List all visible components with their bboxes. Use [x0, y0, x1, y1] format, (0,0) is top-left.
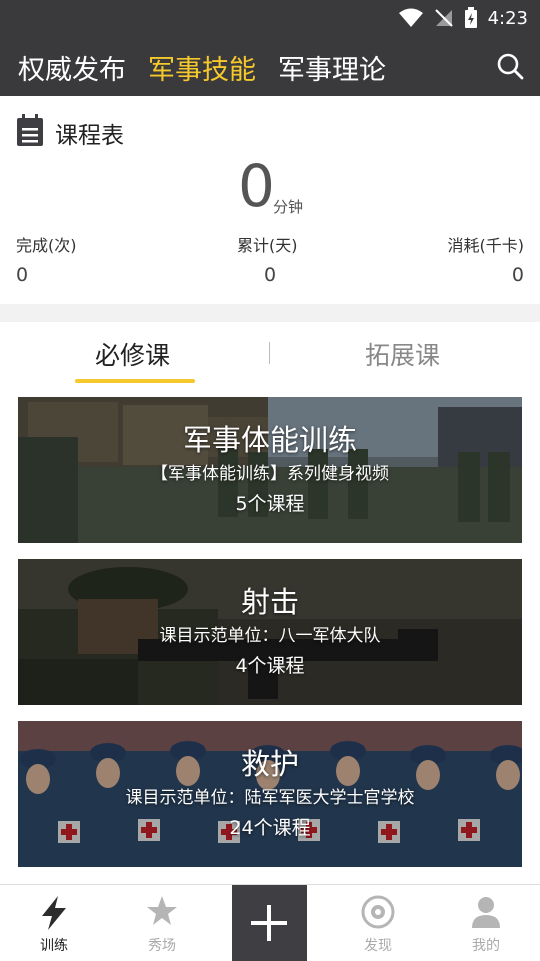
nav-training[interactable]: 训练 — [4, 885, 104, 961]
course-subtitle: 课目示范单位：八一军体大队 — [159, 626, 381, 646]
top-tabs: 权威发布 军事技能 军事理论 — [18, 48, 386, 87]
search-icon[interactable] — [496, 52, 524, 80]
no-signal-icon — [434, 9, 453, 27]
nav-mine[interactable]: 我的 — [436, 885, 536, 961]
discover-icon — [361, 895, 395, 929]
battery-charging-icon — [464, 7, 477, 28]
stat-days-label: 累计(天) — [237, 236, 298, 255]
calendar-icon — [17, 114, 43, 146]
course-banner-first-aid[interactable]: 救护 课目示范单位：陆军军医大学士官学校 24个课程 — [18, 721, 522, 867]
tab-extended-courses[interactable]: 拓展课 — [365, 336, 440, 372]
tab-required-courses[interactable]: 必修课 — [95, 336, 170, 372]
course-title: 救护 — [240, 747, 299, 781]
total-minutes-value: 0 — [238, 152, 275, 220]
course-subtitle: 课目示范单位：陆军军医大学士官学校 — [125, 788, 415, 808]
stat-calories-label: 消耗(千卡) — [447, 236, 525, 255]
nav-training-label: 训练 — [40, 938, 68, 954]
course-count: 4个课程 — [235, 655, 305, 677]
courses-card: 必修课 拓展课 军事体能训练 【军事体能训练】系列健身视频 5个课程 射击 课目… — [0, 322, 540, 884]
stat-days-value: 0 — [264, 264, 277, 286]
course-banner-physical-training[interactable]: 军事体能训练 【军事体能训练】系列健身视频 5个课程 — [18, 397, 522, 543]
add-button[interactable] — [232, 885, 307, 961]
course-title: 军事体能训练 — [182, 423, 357, 457]
schedule-card: 课程表 0 分钟 完成(次) 0 累计(天) 0 消耗(千卡) 0 — [0, 96, 540, 304]
stat-calories-value: 0 — [511, 264, 524, 286]
course-tabs-divider — [269, 342, 270, 364]
user-icon — [472, 897, 500, 928]
nav-discover[interactable]: 发现 — [328, 885, 428, 961]
plus-icon — [251, 905, 287, 941]
app-header: 4:23 权威发布 军事技能 军事理论 — [0, 0, 540, 96]
star-icon — [147, 896, 177, 925]
stat-completed-value: 0 — [16, 264, 29, 286]
nav-show-label: 秀场 — [148, 938, 176, 954]
course-title: 射击 — [240, 585, 299, 619]
nav-discover-label: 发现 — [364, 938, 392, 954]
wifi-icon — [398, 8, 423, 27]
course-count: 24个课程 — [229, 817, 311, 839]
course-subtitle: 【军事体能训练】系列健身视频 — [151, 464, 389, 484]
bottom-nav: 训练 秀场 发现 我的 — [0, 884, 540, 961]
status-time: 4:23 — [487, 7, 528, 29]
status-bar: 4:23 — [398, 6, 528, 30]
tab-military-theory[interactable]: 军事理论 — [278, 48, 386, 87]
total-minutes-unit: 分钟 — [273, 198, 304, 216]
schedule-title: 课程表 — [55, 123, 124, 149]
active-tab-indicator — [75, 379, 195, 383]
stat-completed-label: 完成(次) — [16, 236, 77, 255]
course-count: 5个课程 — [235, 493, 305, 515]
course-banner-shooting[interactable]: 射击 课目示范单位：八一军体大队 4个课程 — [18, 559, 522, 705]
lightning-icon — [42, 896, 66, 930]
tab-military-skills[interactable]: 军事技能 — [148, 48, 256, 87]
tab-authority-release[interactable]: 权威发布 — [18, 48, 126, 87]
nav-show[interactable]: 秀场 — [112, 885, 212, 961]
nav-mine-label: 我的 — [472, 938, 500, 954]
